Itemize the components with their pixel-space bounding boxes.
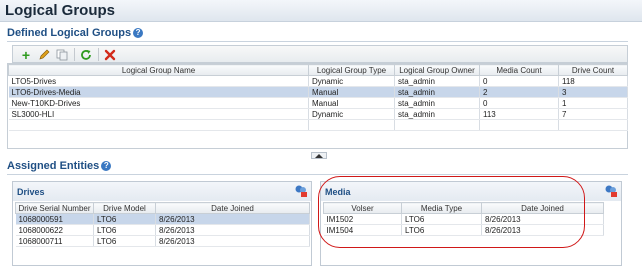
cell-media-count: 113 [479, 108, 559, 120]
table-row[interactable]: 1068000711 LTO6 8/26/2013 [15, 235, 310, 247]
cell-drive-count: 118 [558, 75, 628, 87]
refresh-icon[interactable] [79, 48, 93, 61]
cell-media-type: LTO6 [401, 213, 482, 225]
edit-icon[interactable] [37, 48, 51, 61]
section-divider [7, 41, 628, 42]
media-table-wrap: Volser Media Type Date Joined IM1502 LTO… [323, 202, 604, 236]
column-header-volser[interactable]: Volser [323, 202, 402, 214]
cell-group-owner: sta_admin [394, 97, 480, 109]
cell-drive-count: 7 [558, 108, 628, 120]
column-header-date-joined[interactable]: Date Joined [155, 202, 310, 214]
cell-group-name: SL3000-HLI [8, 108, 309, 120]
column-header-owner[interactable]: Logical Group Owner [394, 64, 480, 76]
cell-group-owner: sta_admin [394, 108, 480, 120]
cell-volser: IM1502 [323, 213, 402, 225]
cell-group-name: LTO5-Drives [8, 75, 309, 87]
table-row[interactable]: 1068000622 LTO6 8/26/2013 [15, 224, 310, 236]
cell-drive-count: 1 [558, 97, 628, 109]
toolbar-separator [74, 48, 75, 61]
cell-date-joined: 8/26/2013 [155, 213, 310, 225]
cell-date-joined: 8/26/2013 [155, 224, 310, 236]
cell-date-joined: 8/26/2013 [481, 213, 604, 225]
page-title: Logical Groups [5, 2, 116, 19]
column-header-name[interactable]: Logical Group Name [8, 64, 309, 76]
table-row-selected[interactable]: LTO6-Drives-Media Manual sta_admin 2 3 [8, 86, 628, 98]
cell-group-owner: sta_admin [394, 75, 480, 87]
cell-group-type: Dynamic [308, 108, 395, 120]
cell-drive-serial: 1068000591 [15, 213, 94, 225]
table-row[interactable]: SL3000-HLI Dynamic sta_admin 113 7 [8, 108, 628, 120]
cell-date-joined: 8/26/2013 [481, 224, 604, 236]
drives-table-wrap: Drive Serial Number Drive Model Date Joi… [15, 202, 310, 247]
column-header-type[interactable]: Logical Group Type [308, 64, 395, 76]
cell-media-count: 2 [479, 86, 559, 98]
cell-media-count: 0 [479, 75, 559, 87]
table-row[interactable]: IM1504 LTO6 8/26/2013 [323, 224, 604, 236]
cell-drive-model: LTO6 [93, 224, 156, 236]
cell-group-owner: sta_admin [394, 86, 480, 98]
page-header: Logical Groups [0, 0, 642, 22]
cell-group-type: Manual [308, 86, 395, 98]
toolbar-separator [98, 48, 99, 61]
cell-drive-count: 3 [558, 86, 628, 98]
column-header-drive-count[interactable]: Drive Count [558, 64, 628, 76]
help-icon[interactable]: ? [133, 28, 144, 38]
drives-panel-header: Drives [13, 182, 311, 201]
assigned-entities-heading: Assigned Entities? [7, 160, 112, 172]
table-row-selected[interactable]: 1068000591 LTO6 8/26/2013 [15, 213, 310, 225]
column-header-drive-serial[interactable]: Drive Serial Number [15, 202, 94, 214]
media-panel-header: Media [321, 182, 621, 201]
cell-group-name: LTO6-Drives-Media [8, 86, 309, 98]
splitter-handle[interactable] [311, 152, 327, 159]
table-row[interactable]: IM1502 LTO6 8/26/2013 [323, 213, 604, 225]
defined-groups-title: Defined Logical Groups [7, 27, 132, 39]
defined-groups-heading: Defined Logical Groups? [7, 27, 144, 39]
column-header-media-count[interactable]: Media Count [479, 64, 559, 76]
assigned-entities-title: Assigned Entities [7, 160, 100, 172]
section-divider [7, 174, 628, 175]
table-row-empty [8, 119, 628, 131]
column-header-media-type[interactable]: Media Type [401, 202, 482, 214]
media-panel: Media Volser Media Type Date Joined IM15… [320, 181, 622, 266]
cell-group-type: Dynamic [308, 75, 395, 87]
cell-group-type: Manual [308, 97, 395, 109]
cell-drive-serial: 1068000711 [15, 235, 94, 247]
detach-icon[interactable] [604, 184, 618, 198]
column-header-drive-model[interactable]: Drive Model [93, 202, 156, 214]
cell-drive-model: LTO6 [93, 235, 156, 247]
cell-media-type: LTO6 [401, 224, 482, 236]
cell-drive-serial: 1068000622 [15, 224, 94, 236]
groups-toolbar: + [12, 45, 628, 63]
column-header-date-joined[interactable]: Date Joined [481, 202, 604, 214]
drives-panel-title: Drives [17, 187, 45, 197]
cell-drive-model: LTO6 [93, 213, 156, 225]
cell-media-count: 0 [479, 97, 559, 109]
logical-groups-table: Logical Group Name Logical Group Type Lo… [7, 63, 628, 149]
detach-icon[interactable] [294, 184, 308, 198]
help-icon[interactable]: ? [101, 161, 112, 171]
media-panel-title: Media [325, 187, 351, 197]
cell-group-name: New-T10KD-Drives [8, 97, 309, 109]
delete-icon[interactable] [103, 48, 117, 61]
add-icon[interactable]: + [19, 48, 33, 62]
cell-volser: IM1504 [323, 224, 402, 236]
table-row[interactable]: New-T10KD-Drives Manual sta_admin 0 1 [8, 97, 628, 109]
copy-icon[interactable] [55, 48, 69, 61]
drives-panel: Drives Drive Serial Number Drive Model D… [12, 181, 312, 266]
table-row[interactable]: LTO5-Drives Dynamic sta_admin 0 118 [8, 75, 628, 87]
cell-date-joined: 8/26/2013 [155, 235, 310, 247]
